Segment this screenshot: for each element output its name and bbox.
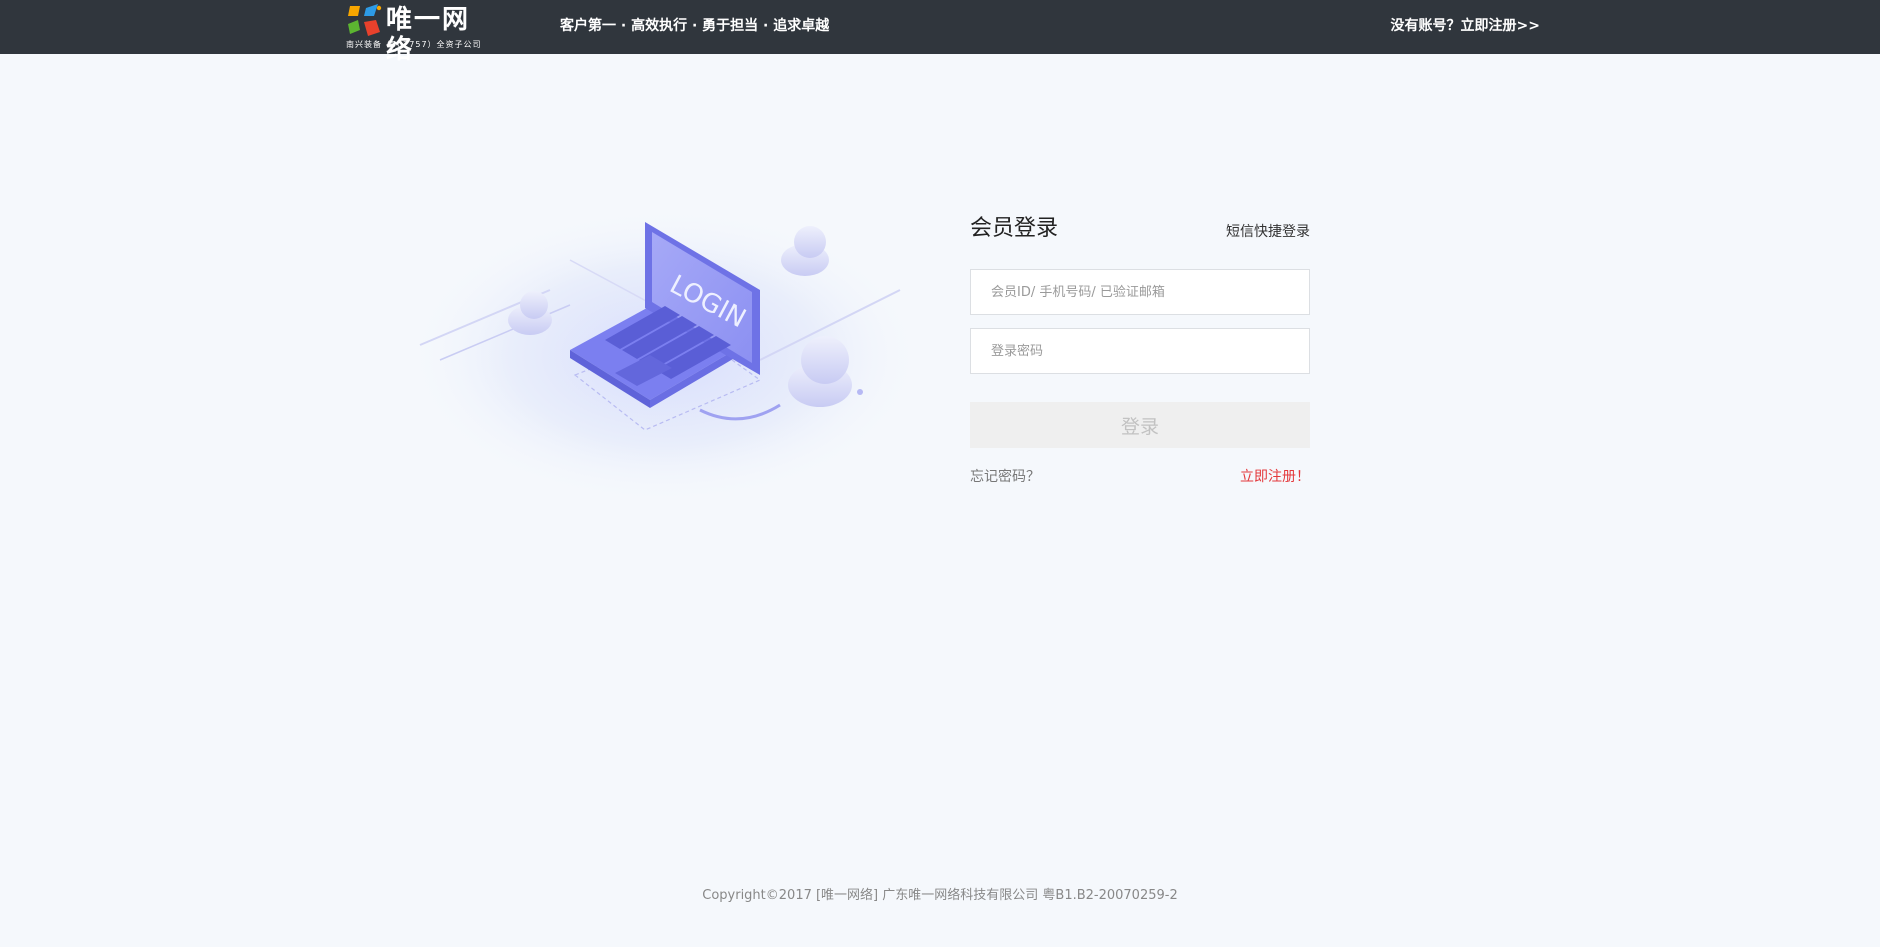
- login-submit-button[interactable]: 登录: [970, 402, 1310, 448]
- password-input[interactable]: [971, 329, 1309, 373]
- logo-mark-icon: [348, 4, 382, 36]
- register-now-link[interactable]: 立即注册！: [1240, 467, 1310, 487]
- login-title: 会员登录: [970, 216, 1059, 241]
- footer-copyright: Copyright©2017 [唯一网络] 广东唯一网络科技有限公司 粤B1.B…: [702, 888, 1178, 903]
- forgot-password-link[interactable]: 忘记密码？: [970, 467, 1040, 487]
- sms-login-link[interactable]: 短信快捷登录: [1226, 222, 1310, 242]
- account-field-wrapper: [970, 269, 1310, 315]
- brand-logo[interactable]: 唯一网络 南兴装备（002757）全资子公司: [346, 2, 496, 65]
- logo-text: 唯一网络: [386, 5, 471, 65]
- account-input[interactable]: [971, 270, 1309, 314]
- top-navigation-bar: 唯一网络 南兴装备（002757）全资子公司 客户第一 · 高效执行 · 勇于担…: [0, 0, 1880, 65]
- logo-subtext: 南兴装备（002757）全资子公司: [346, 40, 482, 49]
- company-slogan: 客户第一 · 高效执行 · 勇于担当 · 追求卓越: [560, 18, 830, 34]
- login-laptop-illustration: LOGIN: [405, 200, 925, 500]
- password-field-wrapper: [970, 328, 1310, 374]
- header-register-link[interactable]: 没有账号？立即注册>>: [1391, 16, 1540, 36]
